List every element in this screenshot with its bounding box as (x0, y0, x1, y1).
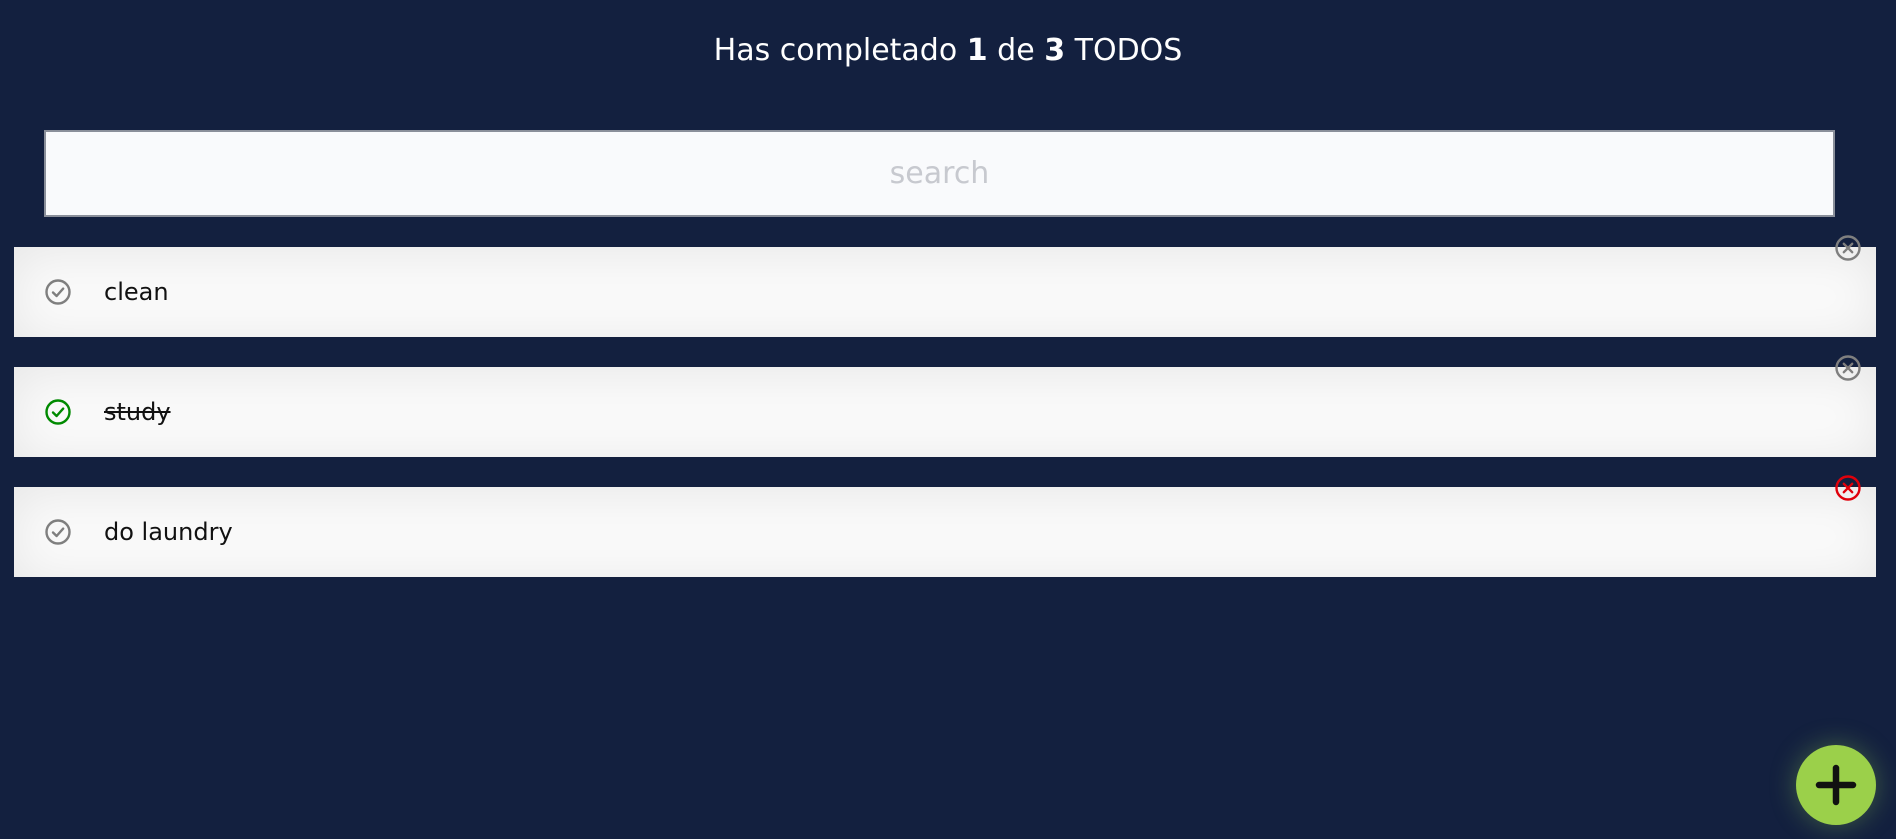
todo-item: study (14, 355, 1876, 457)
plus-icon (1815, 764, 1857, 806)
close-circle-icon[interactable] (1834, 354, 1862, 382)
total-count: 3 (1044, 33, 1066, 68)
todo-counter: Has completado 1 de 3 TODOS (0, 30, 1896, 72)
counter-suffix: TODOS (1074, 33, 1183, 68)
search-input[interactable] (44, 130, 1835, 217)
todo-text: study (104, 398, 171, 426)
check-circle-icon[interactable] (44, 518, 72, 546)
counter-prefix: Has completado (713, 33, 958, 68)
check-circle-icon[interactable] (44, 398, 72, 426)
completed-count: 1 (966, 33, 988, 68)
close-circle-icon[interactable] (1834, 234, 1862, 262)
todo-list: clean study do laundry (14, 235, 1876, 607)
todo-text: clean (104, 278, 169, 306)
todo-text: do laundry (104, 518, 233, 546)
add-todo-button[interactable] (1796, 745, 1876, 825)
close-circle-icon[interactable] (1834, 474, 1862, 502)
todo-item: clean (14, 235, 1876, 337)
todo-item: do laundry (14, 475, 1876, 577)
check-circle-icon[interactable] (44, 278, 72, 306)
counter-middle: de (997, 33, 1035, 68)
